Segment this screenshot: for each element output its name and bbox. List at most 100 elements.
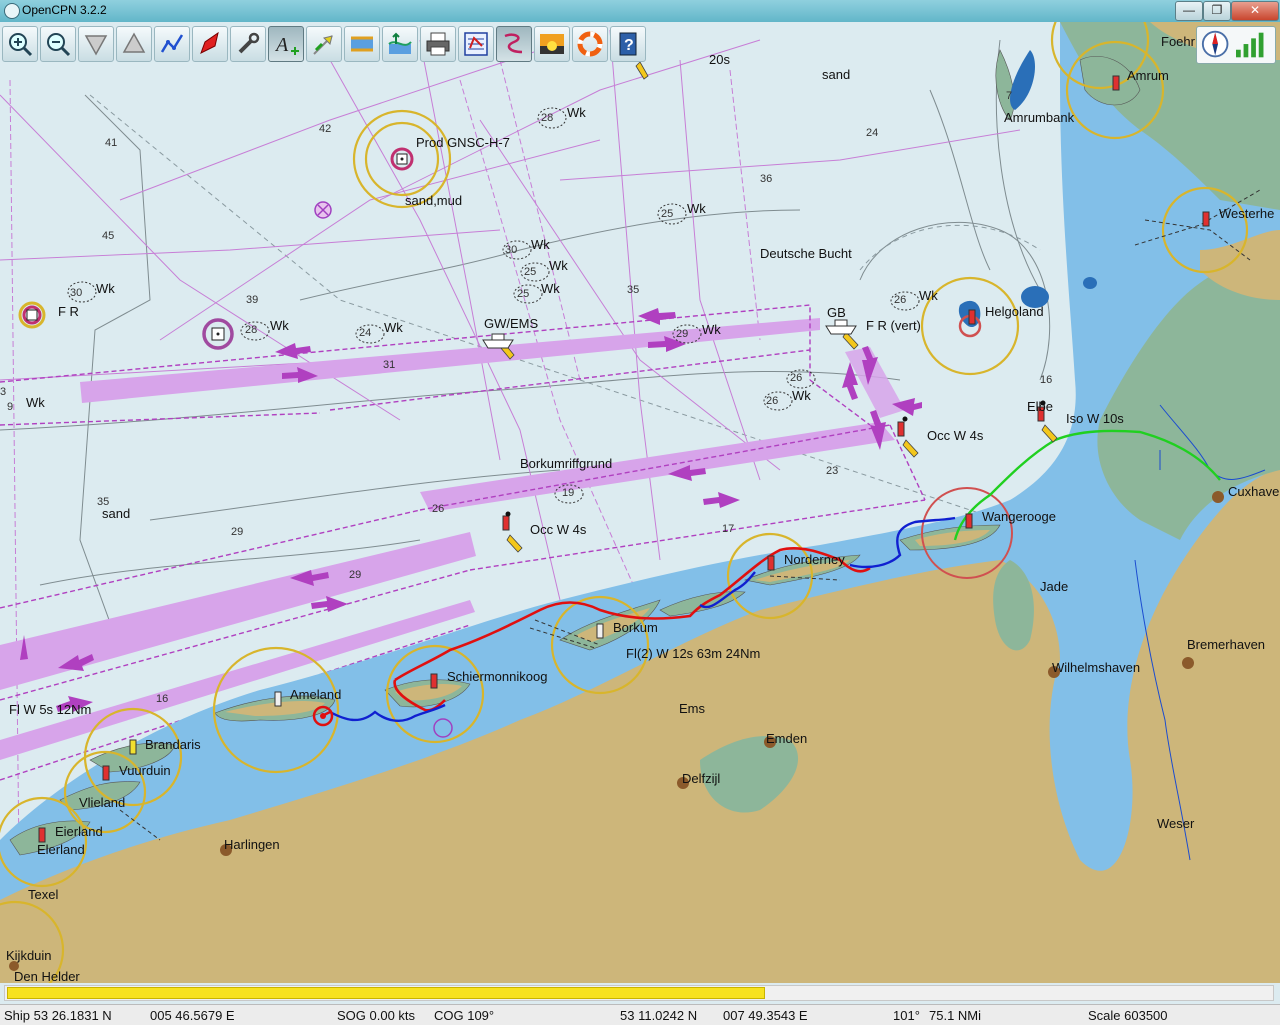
label-helgoland: Helgoland bbox=[985, 304, 1044, 319]
settings-button[interactable] bbox=[230, 26, 266, 62]
label-amrum: Amrum bbox=[1127, 68, 1169, 83]
label-borkum-light: Fl(2) W 12s 63m 24Nm bbox=[626, 646, 761, 661]
compass-widget[interactable] bbox=[1196, 26, 1276, 64]
tide-graph-button[interactable] bbox=[382, 26, 418, 62]
progress-bar bbox=[4, 985, 1274, 1001]
tide-button[interactable] bbox=[344, 26, 380, 62]
label-iso-w: Iso W 10s bbox=[1066, 411, 1124, 426]
status-sog: SOG 0.00 kts bbox=[337, 1008, 416, 1023]
status-ship-lat: Ship 53 26.1831 N bbox=[4, 1008, 112, 1023]
wrench-icon bbox=[238, 32, 260, 54]
title-bar: OpenCPN 3.2.2 — ❐ ✕ bbox=[0, 0, 1280, 23]
zoom-out-button[interactable] bbox=[40, 26, 76, 62]
sounding: 35 bbox=[627, 284, 640, 296]
label-wreck: Wk bbox=[384, 320, 403, 335]
sounding: 23 bbox=[826, 465, 839, 477]
zoom-in-button[interactable] bbox=[2, 26, 38, 62]
sounding: 28 bbox=[245, 324, 258, 336]
sounding: 24 bbox=[866, 127, 879, 139]
scale-up-icon bbox=[122, 32, 146, 53]
label-platform: Prod GNSC-H-7 bbox=[416, 135, 510, 150]
sounding: 16 bbox=[156, 693, 169, 705]
close-button[interactable]: ✕ bbox=[1231, 1, 1279, 21]
label-emden: Emden bbox=[766, 731, 808, 746]
label-weser: Weser bbox=[1157, 816, 1195, 831]
help-icon: ? bbox=[619, 32, 637, 56]
label-ameland: Ameland bbox=[290, 687, 342, 702]
sounding: 25 bbox=[517, 288, 530, 300]
maximize-button[interactable]: ❐ bbox=[1203, 1, 1231, 21]
label-texel: Texel bbox=[28, 887, 59, 902]
label-kijkduin: Kijkduin bbox=[6, 948, 52, 963]
sounding: 19 bbox=[562, 487, 575, 499]
sounding: 26 bbox=[790, 372, 803, 384]
label-wreck: Wk bbox=[567, 105, 586, 120]
label-wreck: Wk bbox=[919, 288, 938, 303]
svg-text:A: A bbox=[274, 34, 289, 56]
route-button[interactable] bbox=[154, 26, 190, 62]
route-icon bbox=[160, 34, 184, 53]
status-cursor-lon: 007 49.3543 E bbox=[723, 1008, 808, 1023]
label-vlieland: Vlieland bbox=[79, 795, 126, 810]
label-wilhelmshaven: Wilhelmshaven bbox=[1052, 660, 1141, 675]
sounding: 26 bbox=[432, 503, 445, 515]
label-fl-w: Fl W 5s 12Nm bbox=[9, 702, 92, 717]
sounding: 29 bbox=[676, 328, 689, 340]
status-distance: 75.1 NMi bbox=[929, 1008, 982, 1023]
label-vuurduin: Vuurduin bbox=[119, 763, 171, 778]
sounding: 29 bbox=[231, 526, 244, 538]
follow-ship-button[interactable] bbox=[192, 26, 228, 62]
main-toolbar: A ? bbox=[2, 26, 646, 66]
opencpn-window: OpenCPN 3.2.2 — ❐ ✕ Foehr Amrum Amrumban… bbox=[0, 0, 1280, 1025]
scale-down-button[interactable] bbox=[78, 26, 114, 62]
color-scheme-button[interactable] bbox=[534, 26, 570, 62]
label-delfzijl: Delfzijl bbox=[682, 771, 721, 786]
sounding: 29 bbox=[349, 569, 362, 581]
sounding: 3 bbox=[0, 386, 7, 398]
label-wreck: Wk bbox=[792, 388, 811, 403]
label-sand-top: sand bbox=[822, 67, 851, 82]
tide-icon bbox=[351, 36, 373, 52]
reef-shoal bbox=[1083, 277, 1097, 289]
sounding: 26 bbox=[894, 294, 907, 306]
current-button[interactable] bbox=[306, 26, 342, 62]
printer-icon bbox=[426, 32, 450, 56]
mob-button[interactable] bbox=[572, 26, 608, 62]
label-amrumbank: Amrumbank bbox=[1004, 110, 1075, 125]
ship-icon bbox=[200, 31, 219, 55]
zoom-in-icon bbox=[9, 33, 33, 57]
track-icon bbox=[504, 33, 523, 54]
text-button[interactable]: A bbox=[268, 26, 304, 62]
label-fr: F R bbox=[58, 304, 79, 319]
label-jade: Jade bbox=[1040, 579, 1069, 594]
minimize-button[interactable]: — bbox=[1175, 1, 1203, 21]
sounding: 30 bbox=[505, 244, 518, 256]
label-borkum: Borkum bbox=[613, 620, 658, 635]
sounding: 17 bbox=[722, 523, 735, 535]
label-borkumriffgrund: Borkumriffgrund bbox=[520, 456, 613, 471]
label-gb: GB bbox=[827, 305, 846, 320]
label-den-helder: Den Helder bbox=[14, 969, 80, 984]
zoom-out-icon bbox=[47, 33, 71, 57]
label-wreck: Wk bbox=[270, 318, 289, 333]
print-button[interactable] bbox=[420, 26, 456, 62]
label-westerhever: Westerhe bbox=[1219, 206, 1275, 221]
status-ship-lon: 005 46.5679 E bbox=[150, 1008, 235, 1023]
route-manager-button[interactable] bbox=[458, 26, 494, 62]
label-wreck: Wk bbox=[26, 395, 45, 410]
label-wreck: Wk bbox=[531, 237, 550, 252]
label-wreck: Wk bbox=[541, 281, 560, 296]
text-icon: A bbox=[274, 34, 299, 56]
nautical-chart[interactable] bbox=[0, 22, 1280, 983]
label-eierland: Eierland bbox=[55, 824, 103, 839]
scale-up-button[interactable] bbox=[116, 26, 152, 62]
sunset-icon bbox=[540, 34, 564, 54]
progress-fill bbox=[7, 987, 765, 999]
sounding: 36 bbox=[760, 173, 773, 185]
sounding: 9 bbox=[7, 401, 14, 413]
sounding: 45 bbox=[102, 230, 115, 242]
help-button[interactable]: ? bbox=[610, 26, 646, 62]
sounding: 35 bbox=[97, 496, 110, 508]
track-button[interactable] bbox=[496, 26, 532, 62]
label-deutsche-bucht: Deutsche Bucht bbox=[760, 246, 852, 261]
